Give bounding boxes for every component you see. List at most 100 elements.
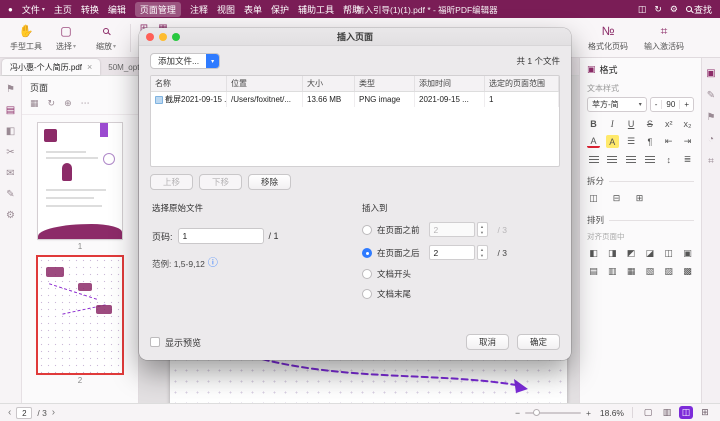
align-left-button[interactable] [587, 153, 600, 166]
radio-document-start[interactable]: 文档开头 [362, 268, 560, 280]
settings-icon[interactable]: ⚙ [670, 4, 678, 15]
menu-item-form[interactable]: 表单 [244, 3, 262, 16]
line-spacing-button[interactable]: ↕ [662, 153, 675, 166]
remove-button[interactable]: 移除 [248, 174, 291, 190]
col-added[interactable]: 添加时间 [415, 76, 485, 91]
align-obj-right-icon[interactable]: ◩ [625, 247, 638, 260]
align-obj-vcenter-icon[interactable]: ◫ [662, 247, 675, 260]
align-obj-left-icon[interactable]: ◧ [587, 247, 600, 260]
stepper-icon[interactable]: ▲▼ [477, 222, 488, 237]
radio-after-page-selected[interactable]: 在页面之后 2 ▲▼ / 3 [362, 245, 560, 260]
page-range-input[interactable] [178, 228, 264, 244]
align-obj-hcenter-icon[interactable]: ◨ [606, 247, 619, 260]
show-preview-checkbox[interactable] [150, 337, 160, 347]
move-up-button[interactable]: 上移 [150, 174, 193, 190]
apple-menu-icon[interactable]: ● [8, 5, 13, 14]
align-obj-top-icon[interactable]: ◪ [643, 247, 656, 260]
page-thumbnail-2-selected[interactable] [38, 257, 122, 373]
radio-selected-icon[interactable] [362, 248, 372, 258]
attachments-icon[interactable]: ✂ [6, 147, 14, 158]
document-tab-active[interactable]: 冯小惠-个人简历.pdf × [2, 59, 100, 75]
dialog-titlebar[interactable]: 插入页面 [139, 28, 571, 46]
facing-view-button-highlighted[interactable]: ◫ [679, 406, 693, 419]
zoom-slider-knob[interactable] [533, 409, 540, 416]
list-button[interactable]: ☰ [625, 135, 638, 148]
indent-decrease-button[interactable]: ⇤ [662, 135, 675, 148]
menu-item-convert[interactable]: 转换 [81, 3, 99, 16]
info-icon[interactable]: ⓘ [208, 259, 218, 269]
hand-tool-button[interactable]: ✋ 手型工具 [6, 20, 46, 56]
radio-icon[interactable] [362, 289, 372, 299]
move-down-button[interactable]: 下移 [199, 174, 242, 190]
page-thumbnail-1[interactable] [38, 123, 122, 239]
col-range[interactable]: 选定的页面范围 [485, 76, 559, 91]
previous-page-button[interactable]: ‹ [8, 407, 11, 418]
align-right-button[interactable] [625, 153, 638, 166]
highlight-color-button[interactable]: A [606, 135, 619, 148]
radio-before-page[interactable]: 在页面之前 2 ▲▼ / 3 [362, 222, 560, 237]
ok-button[interactable]: 确定 [517, 334, 560, 350]
history-tab-icon[interactable]: ◔ [708, 134, 714, 145]
page-thumbnails-icon[interactable]: ▤ [6, 105, 15, 116]
indent-increase-button[interactable]: ⇥ [681, 135, 694, 148]
close-tab-icon[interactable]: × [87, 62, 92, 72]
select-tool-button[interactable]: ▢ 选择▾ [46, 20, 86, 56]
comments-icon[interactable]: ✉ [6, 168, 14, 179]
next-page-button[interactable]: › [52, 407, 55, 418]
font-size-increase[interactable]: + [680, 100, 693, 109]
split-cells-icon[interactable]: ◫ [587, 192, 600, 205]
bold-button[interactable]: B [587, 117, 600, 130]
more-options-icon[interactable]: ⋯ [81, 98, 90, 109]
find-button[interactable]: 查找 [686, 3, 712, 16]
align-center-button[interactable] [606, 153, 619, 166]
add-cell-icon[interactable]: ⊞ [633, 192, 646, 205]
signature-icon[interactable]: ✎ [6, 189, 14, 200]
menu-item-view[interactable]: 视图 [217, 3, 235, 16]
add-page-icon[interactable]: ⊕ [64, 98, 72, 109]
add-file-button[interactable]: 添加文件... ▾ [150, 53, 220, 69]
font-size-decrease[interactable]: - [651, 100, 662, 109]
rotate-page-icon[interactable]: ↻ [48, 98, 56, 109]
format-tab-icon[interactable]: ▣ [706, 68, 715, 79]
zoom-slider[interactable] [525, 412, 581, 414]
font-family-select[interactable]: 苹方-简 ▾ [587, 97, 647, 112]
menu-item-page-management[interactable]: 页面管理 [135, 2, 181, 17]
paragraph-button[interactable]: ¶ [643, 135, 656, 148]
merge-cells-icon[interactable]: ⊟ [610, 192, 623, 205]
continuous-view-button[interactable]: ▥ [660, 406, 674, 419]
menu-item-accessibility[interactable]: 辅助工具 [298, 3, 334, 16]
subscript-button[interactable]: x₂ [681, 117, 694, 130]
thumbnail-size-icon[interactable]: ▦ [30, 98, 39, 109]
font-color-button[interactable]: A [587, 135, 600, 148]
format-page-number-button[interactable]: № 格式化页码 [582, 20, 634, 56]
size-both-icon[interactable]: ▩ [681, 265, 694, 278]
align-obj-bottom-icon[interactable]: ▣ [681, 247, 694, 260]
cancel-button[interactable]: 取消 [466, 334, 509, 350]
superscript-button[interactable]: x² [662, 117, 675, 130]
distribute-v-icon[interactable]: ▥ [606, 265, 619, 278]
menu-item-comment[interactable]: 注释 [190, 3, 208, 16]
radio-icon[interactable] [362, 225, 372, 235]
distribute-h-icon[interactable]: ▤ [587, 265, 600, 278]
align-justify-button[interactable] [643, 153, 656, 166]
size-equal-icon[interactable]: ▦ [625, 265, 638, 278]
single-page-view-button[interactable]: ▢ [641, 406, 655, 419]
bookmarks-icon[interactable]: ⚑ [6, 84, 15, 95]
strikethrough-button[interactable]: S [643, 117, 656, 130]
menu-item-edit[interactable]: 编辑 [108, 3, 126, 16]
layout-icon[interactable]: ◫ [638, 4, 647, 15]
current-page-input[interactable]: 2 [16, 407, 32, 419]
file-table-row[interactable]: 截屏2021-09-15 ... /Users/foxitnet/... 13.… [151, 92, 559, 107]
italic-button[interactable]: I [606, 117, 619, 130]
col-type[interactable]: 类型 [355, 76, 415, 91]
radio-document-end[interactable]: 文档末尾 [362, 288, 560, 300]
underline-button[interactable]: U [625, 117, 638, 130]
zoom-out-button[interactable]: − [515, 408, 520, 418]
col-location[interactable]: 位置 [227, 76, 303, 91]
menu-item-protect[interactable]: 保护 [271, 3, 289, 16]
zoom-in-button[interactable]: + [586, 408, 591, 418]
properties-tab-icon[interactable]: ✎ [707, 90, 715, 101]
stepper-icon[interactable]: ▲▼ [477, 245, 488, 260]
col-name[interactable]: 名称 [151, 76, 227, 91]
grid-tab-icon[interactable]: ⌗ [708, 156, 714, 167]
